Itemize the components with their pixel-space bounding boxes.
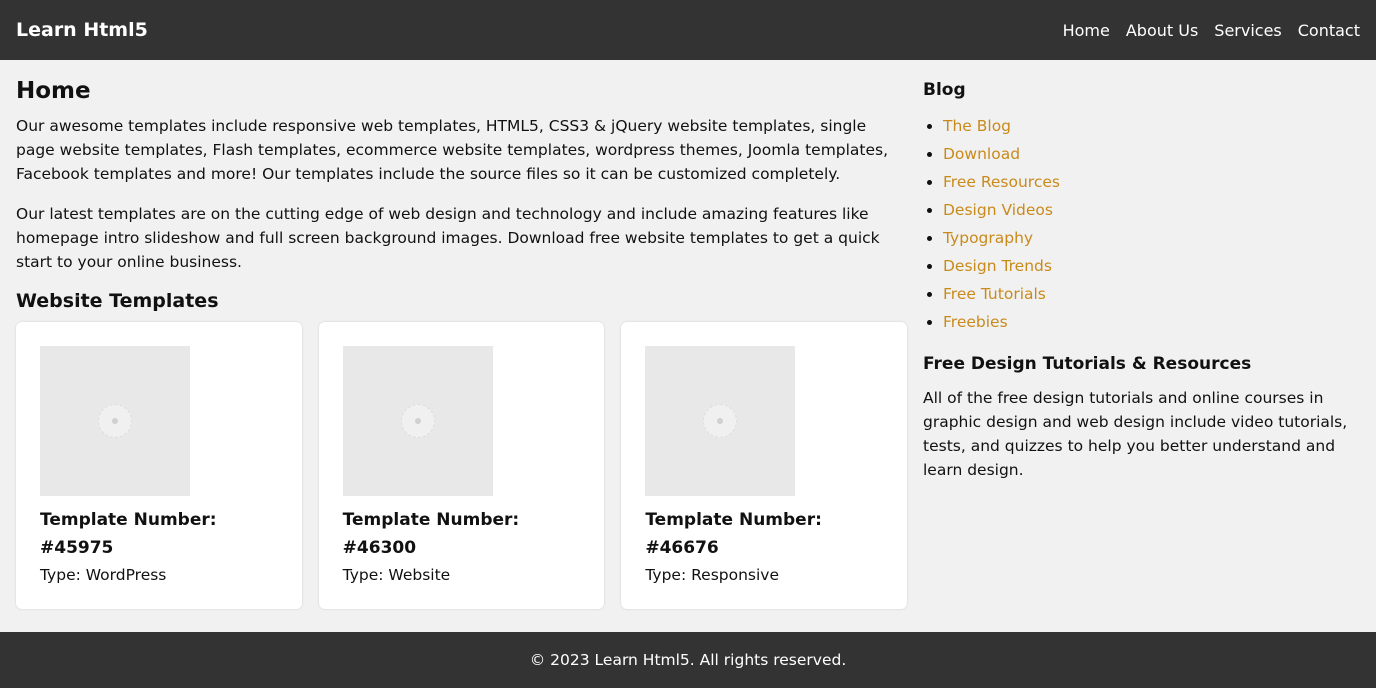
blog-link-typography[interactable]: Typography <box>943 229 1033 247</box>
list-item: Freebies <box>943 308 1360 336</box>
list-item: Design Videos <box>943 196 1360 224</box>
list-item: Download <box>943 140 1360 168</box>
tutorials-heading: Free Design Tutorials & Resources <box>923 354 1252 374</box>
page-body: Home Our awesome templates include respo… <box>0 60 1376 632</box>
blog-link-free-tutorials[interactable]: Free Tutorials <box>943 285 1046 303</box>
list-item: The Blog <box>943 112 1360 140</box>
template-card[interactable]: Template Number: #46676 Type: Responsive <box>621 322 908 609</box>
blog-link-the-blog[interactable]: The Blog <box>943 117 1011 135</box>
blog-link-design-videos[interactable]: Design Videos <box>943 201 1053 219</box>
nav-contact[interactable]: Contact <box>1298 21 1360 40</box>
template-card-type: Type: Responsive <box>645 566 780 584</box>
nav-services[interactable]: Services <box>1214 21 1281 40</box>
image-placeholder-icon <box>98 404 132 438</box>
templates-section-title: Website Templates <box>16 290 219 312</box>
list-item: Free Resources <box>943 168 1360 196</box>
blog-link-freebies[interactable]: Freebies <box>943 313 1008 331</box>
blog-link-design-trends[interactable]: Design Trends <box>943 257 1052 275</box>
template-card-title: Template Number: #46300 <box>342 510 520 558</box>
intro-paragraph-1: Our awesome templates include responsive… <box>16 117 889 183</box>
list-item: Typography <box>943 224 1360 252</box>
template-cards: Template Number: #45975 Type: WordPress … <box>16 322 908 609</box>
image-placeholder-icon <box>400 404 435 438</box>
nav-home[interactable]: Home <box>1063 21 1110 40</box>
page-title: Home <box>16 78 91 104</box>
footer-text: © 2023 Learn Html5. All rights reserved. <box>529 651 847 669</box>
sidebar: Blog The Blog Download Free Resources De… <box>907 60 1376 632</box>
image-placeholder-icon <box>703 404 738 438</box>
intro-paragraph-2: Our latest templates are on the cutting … <box>16 205 880 271</box>
template-card[interactable]: Template Number: #46300 Type: Website <box>318 322 605 609</box>
site-header: Learn Html5 Home About Us Services Conta… <box>0 0 1376 60</box>
template-card-title: Template Number: #46676 <box>645 510 822 558</box>
nav-about-us[interactable]: About Us <box>1126 21 1198 40</box>
main-content: Home Our awesome templates include respo… <box>0 60 908 632</box>
template-card-type: Type: Website <box>342 566 451 584</box>
template-thumbnail[interactable] <box>645 346 796 496</box>
template-card-title: Template Number: #45975 <box>40 510 217 558</box>
template-thumbnail[interactable] <box>342 346 493 496</box>
template-thumbnail[interactable] <box>40 346 190 496</box>
blog-heading: Blog <box>923 80 966 100</box>
tutorials-text: All of the free design tutorials and onl… <box>923 389 1348 479</box>
template-card-type: Type: WordPress <box>40 566 167 584</box>
list-item: Free Tutorials <box>943 280 1360 308</box>
blog-link-download[interactable]: Download <box>943 145 1020 163</box>
list-item: Design Trends <box>943 252 1360 280</box>
blog-links: The Blog Download Free Resources Design … <box>923 112 1360 336</box>
blog-link-free-resources[interactable]: Free Resources <box>943 173 1060 191</box>
site-footer: © 2023 Learn Html5. All rights reserved. <box>0 632 1376 688</box>
main-nav: Home About Us Services Contact <box>1063 21 1360 40</box>
template-card[interactable]: Template Number: #45975 Type: WordPress <box>16 322 302 609</box>
site-brand[interactable]: Learn Html5 <box>16 19 148 41</box>
